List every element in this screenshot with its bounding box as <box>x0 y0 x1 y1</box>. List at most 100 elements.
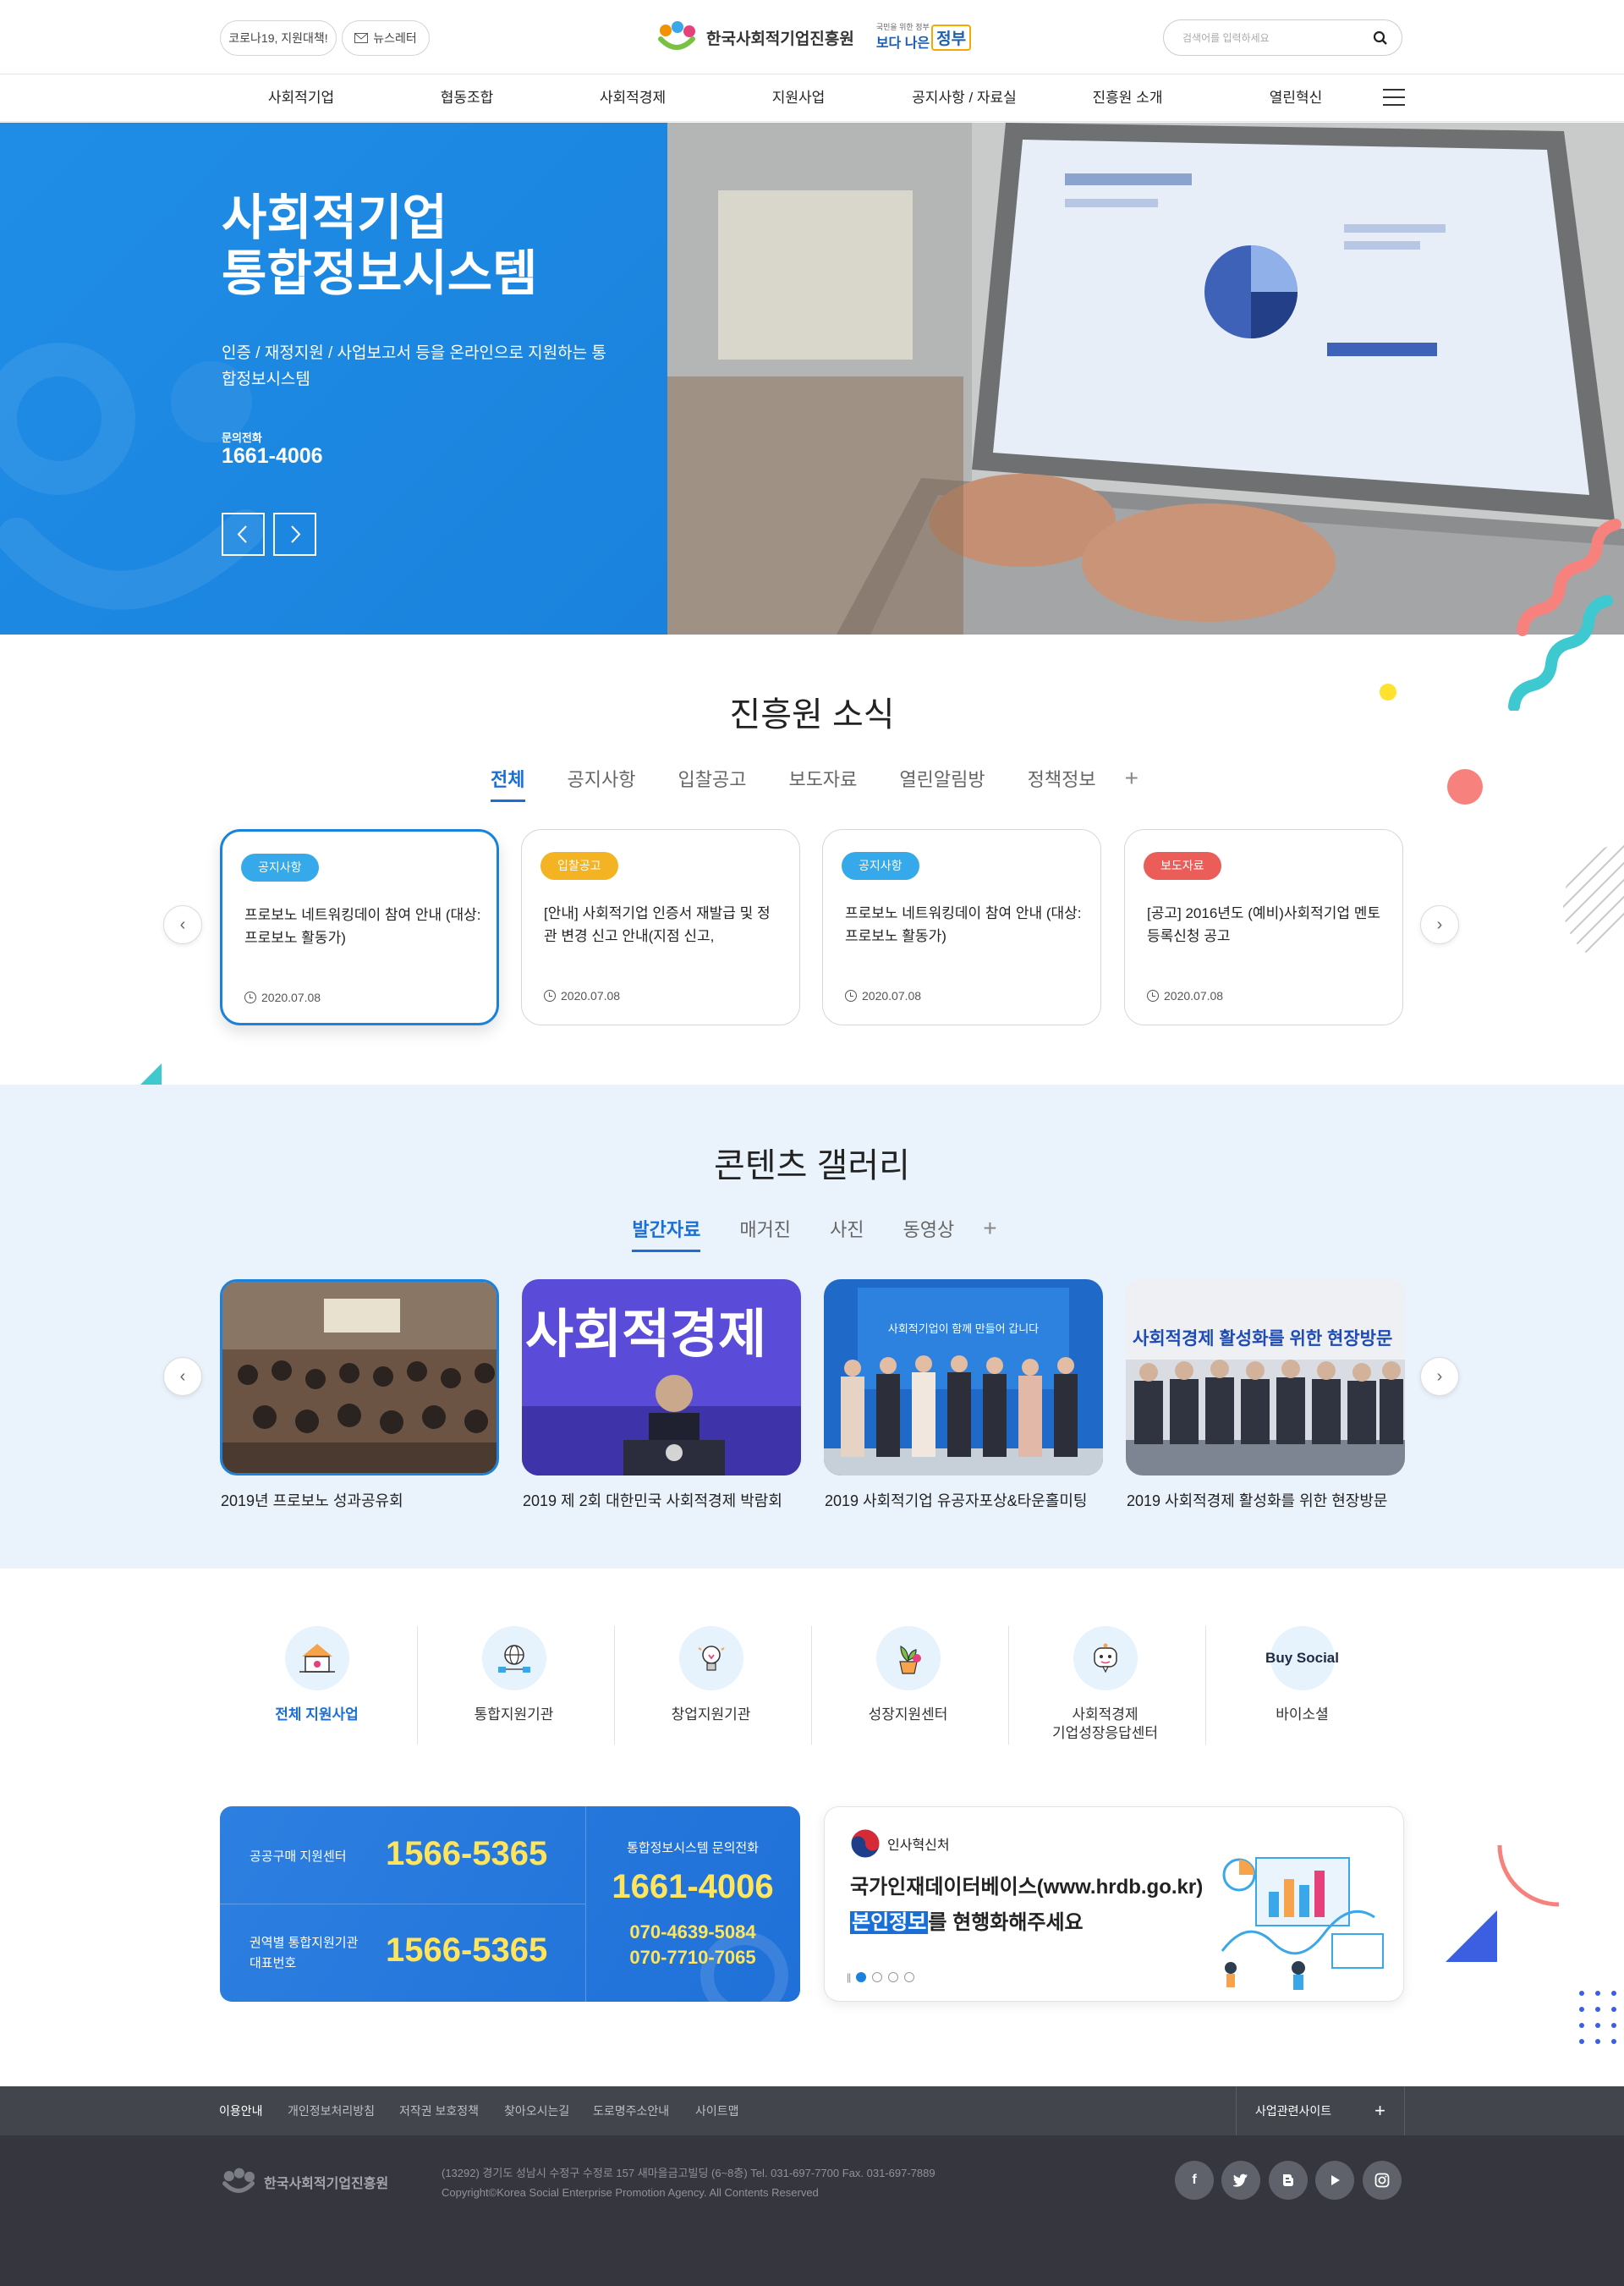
quick-link-label: 바이소셜 <box>1276 1706 1329 1723</box>
pagination-dot[interactable] <box>904 1972 915 1982</box>
chevron-left-icon: ‹ <box>179 1366 186 1386</box>
hero-laptop-photo <box>667 123 1624 635</box>
banner-line2: 본인정보를 현행화해주세요 <box>850 1905 1084 1935</box>
system-inquiry-phone[interactable]: 1661-4006 <box>585 1868 800 1906</box>
pagination-dot[interactable] <box>856 1972 867 1982</box>
public-purchase-phone[interactable]: 1566-5365 <box>386 1835 547 1873</box>
nav-social-economy[interactable]: 사회적경제 <box>600 74 666 122</box>
twitter-icon[interactable] <box>1221 2161 1260 2200</box>
gallery-thumbnail[interactable]: 사회적경제 <box>522 1279 801 1475</box>
pagination-dot[interactable] <box>872 1972 883 1982</box>
quick-link-integrated-support[interactable]: 통합지원기관 <box>415 1626 612 1745</box>
tab-all[interactable]: 전체 <box>474 765 541 802</box>
gallery-thumbnail[interactable]: 사회적기업이 함께 만들어 갑니다 <box>824 1279 1103 1475</box>
footer-link-road-address[interactable]: 도로명주소안내 <box>593 2102 669 2119</box>
banner-pagination: || <box>847 1971 915 1983</box>
news-more-plus-icon[interactable]: + <box>1113 765 1150 792</box>
decorative-triangle-blue <box>1446 1910 1497 1962</box>
quick-link-response-center[interactable]: 사회적경제 기업성장응답센터 <box>1007 1626 1204 1745</box>
gallery-thumbnail[interactable] <box>220 1279 499 1475</box>
gallery-caption[interactable]: 2019년 프로보노 성과공유회 <box>221 1489 403 1511</box>
decorative-squiggles <box>1508 519 1621 711</box>
tab-open-board[interactable]: 열린알림방 <box>882 765 1001 792</box>
date-text: 2020.07.08 <box>561 989 621 1003</box>
news-prev-button[interactable]: ‹ <box>163 905 202 944</box>
news-card[interactable]: 보도자료 [공고] 2016년도 (예비)사회적기업 멘토 등록신청 공고 20… <box>1124 829 1403 1025</box>
tab-photo[interactable]: 사진 <box>813 1215 881 1242</box>
nav-cooperative[interactable]: 협동조합 <box>441 74 494 122</box>
hero-next-button[interactable] <box>273 513 316 556</box>
news-card[interactable]: 공지사항 프로보노 네트워킹데이 참여 안내 (대상: 프로보노 활동가) 20… <box>220 829 499 1025</box>
gallery-caption[interactable]: 2019 제 2회 대한민국 사회적경제 박람회 <box>523 1489 782 1511</box>
search-icon[interactable] <box>1373 30 1388 46</box>
promo-banner[interactable]: 인사혁신처 국가인재데이터베이스(www.hrdb.go.kr) 본인정보를 현… <box>824 1806 1404 2002</box>
footer-org-name: 한국사회적기업진흥원 <box>264 2177 389 2191</box>
pause-icon[interactable]: || <box>847 1971 851 1983</box>
hero-title-line2: 통합정보시스템 <box>222 246 538 301</box>
banner-highlight: 본인정보 <box>850 1911 929 1934</box>
gov-slogan-big: 정부 <box>931 24 972 51</box>
quick-link-buy-social[interactable]: Buy Social 바이소셜 <box>1204 1626 1401 1745</box>
gallery-caption[interactable]: 2019 사회적경제 활성화를 위한 현장방문 <box>1127 1489 1387 1511</box>
site-visit-image <box>1126 1279 1405 1475</box>
tab-publications[interactable]: 발간자료 <box>615 1215 717 1252</box>
hero-phone-number: 1661-4006 <box>222 444 323 468</box>
news-card[interactable]: 공지사항 프로보노 네트워킹데이 참여 안내 (대상: 프로보노 활동가) 20… <box>822 829 1101 1025</box>
newsletter-button[interactable]: 뉴스레터 <box>342 20 430 56</box>
footer-link-directions[interactable]: 찾아오시는길 <box>504 2102 569 2119</box>
system-inquiry-sub-phone-1[interactable]: 070-4639-5084 <box>585 1921 800 1943</box>
tab-video[interactable]: 동영상 <box>886 1215 972 1242</box>
footer-link-privacy[interactable]: 개인정보처리방침 <box>288 2102 375 2119</box>
blog-glyph <box>1283 2174 1293 2186</box>
gallery-prev-button[interactable]: ‹ <box>163 1357 202 1396</box>
gallery-overlay-text: 사회적경제 활성화를 위한 현장방문 <box>1133 1329 1393 1349</box>
tab-bid[interactable]: 입찰공고 <box>661 765 763 792</box>
news-card[interactable]: 입찰공고 [안내] 사회적기업 인증서 재발급 및 정관 변경 신고 안내(지점… <box>521 829 800 1025</box>
regional-support-phone[interactable]: 1566-5365 <box>386 1932 547 1970</box>
search-input[interactable]: 검색어를 입력하세요 <box>1163 19 1402 56</box>
tab-press[interactable]: 보도자료 <box>771 765 874 792</box>
related-sites-select[interactable]: 사업관련사이트 + <box>1236 2086 1405 2135</box>
kosea-logo-icon <box>222 2168 255 2193</box>
menu-icon[interactable] <box>1383 89 1405 106</box>
buysocial-logo-text: Buy Social <box>1265 1650 1339 1666</box>
tab-magazine[interactable]: 매거진 <box>722 1215 808 1242</box>
nav-support-program[interactable]: 지원사업 <box>772 74 826 122</box>
youtube-icon[interactable] <box>1315 2161 1354 2200</box>
news-tabs: 전체 공지사항 입찰공고 보도자료 열린알림방 정책정보 + <box>0 765 1624 802</box>
gallery-more-plus-icon[interactable]: + <box>971 1215 1008 1242</box>
tab-notice[interactable]: 공지사항 <box>551 765 653 792</box>
site-logo[interactable]: 한국사회적기업진흥원 국민을 위한 정부 보다 나은 정부 <box>656 15 972 59</box>
quick-link-startup-support[interactable]: 창업지원기관 <box>612 1626 809 1745</box>
nav-social-enterprise[interactable]: 사회적기업 <box>268 74 334 122</box>
decorative-hatch-circle <box>1563 844 1624 966</box>
instagram-icon[interactable] <box>1363 2161 1402 2200</box>
news-next-button[interactable]: › <box>1420 905 1459 944</box>
blog-icon[interactable] <box>1269 2161 1308 2200</box>
gallery-next-button[interactable]: › <box>1420 1357 1459 1396</box>
nav-about[interactable]: 진흥원 소개 <box>1093 74 1163 122</box>
news-section-title: 진흥원 소식 <box>729 696 895 734</box>
footer-link-terms[interactable]: 이용안내 <box>219 2102 263 2119</box>
footer-address: (13292) 경기도 성남시 수정구 수정로 157 새마을금고빌딩 (6~8… <box>442 2167 935 2179</box>
date-text: 2020.07.08 <box>1164 989 1224 1003</box>
quick-link-label: 성장지원센터 <box>868 1706 948 1723</box>
pagination-dot[interactable] <box>888 1972 899 1982</box>
nav-notice-archive[interactable]: 공지사항 / 자료실 <box>912 74 1017 122</box>
footer-link-sitemap[interactable]: 사이트맵 <box>695 2102 739 2119</box>
system-inquiry-sub-phone-2[interactable]: 070-7710-7065 <box>585 1947 800 1969</box>
nav-open-innovation[interactable]: 열린혁신 <box>1270 74 1323 122</box>
covid-support-button[interactable]: 코로나19, 지원대책! <box>220 20 337 56</box>
facebook-icon[interactable]: f <box>1175 2161 1214 2200</box>
news-card-title: 프로보노 네트워킹데이 참여 안내 (대상: 프로보노 활동가) <box>845 905 1082 944</box>
decorative-dot-grid <box>1579 1991 1616 2044</box>
tab-policy[interactable]: 정책정보 <box>1011 765 1113 792</box>
clock-icon <box>845 990 857 1002</box>
gallery-thumbnail[interactable]: 사회적경제 활성화를 위한 현장방문 <box>1126 1279 1405 1475</box>
quick-link-all-support[interactable]: 전체 지원사업 <box>218 1626 415 1745</box>
laptop-illustration <box>667 123 1624 635</box>
hero-prev-button[interactable] <box>222 513 265 556</box>
gallery-caption[interactable]: 2019 사회적기업 유공자포상&타운홀미팅 <box>825 1489 1087 1511</box>
quick-link-growth-center[interactable]: 성장지원센터 <box>809 1626 1007 1745</box>
footer-link-copyright[interactable]: 저작권 보호정책 <box>399 2102 479 2119</box>
